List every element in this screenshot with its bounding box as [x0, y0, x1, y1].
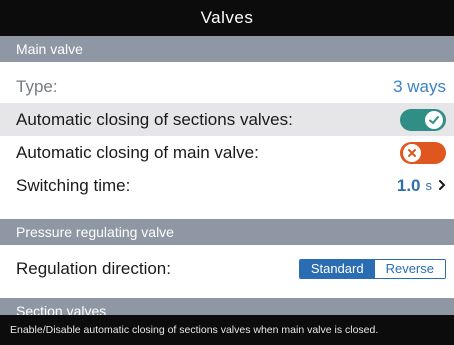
auto-close-main-toggle[interactable]	[400, 141, 446, 164]
regulation-direction-row: Regulation direction: Standard Reverse	[0, 252, 454, 285]
section-header-label: Main valve	[16, 41, 83, 57]
switching-time-unit: s	[425, 178, 433, 193]
section-header-pressure-valve: Pressure regulating valve	[0, 219, 454, 245]
hint-bar: Enable/Disable automatic closing of sect…	[0, 315, 454, 345]
check-icon	[425, 110, 443, 129]
section-header-main-valve: Main valve	[0, 36, 454, 62]
chevron-right-icon[interactable]	[438, 177, 446, 194]
auto-close-sections-row[interactable]: Automatic closing of sections valves:	[0, 103, 454, 136]
option-reverse[interactable]: Reverse	[374, 259, 445, 278]
regulation-direction-selector[interactable]: Standard Reverse	[298, 258, 446, 279]
option-standard[interactable]: Standard	[299, 259, 375, 278]
type-value[interactable]: 3 ways	[393, 77, 446, 97]
auto-close-main-label: Automatic closing of main valve:	[16, 142, 259, 162]
hint-text: Enable/Disable automatic closing of sect…	[10, 324, 379, 336]
close-icon	[403, 143, 421, 162]
valves-screen: Valves Main valve Type: 3 ways Automatic…	[0, 0, 454, 345]
switching-time-label: Switching time:	[16, 175, 131, 195]
section-header-label: Pressure regulating valve	[16, 224, 174, 240]
type-row[interactable]: Type: 3 ways	[0, 70, 454, 103]
auto-close-main-row[interactable]: Automatic closing of main valve:	[0, 136, 454, 169]
regulation-direction-label: Regulation direction:	[16, 258, 171, 278]
window-title: Valves	[200, 8, 254, 27]
switching-time-row[interactable]: Switching time: 1.0 s	[0, 169, 454, 202]
window-title-bar: Valves	[0, 0, 454, 36]
switching-time-value: 1.0	[396, 175, 421, 195]
auto-close-sections-toggle[interactable]	[400, 108, 446, 131]
auto-close-sections-label: Automatic closing of sections valves:	[16, 109, 293, 129]
type-label: Type:	[16, 76, 58, 96]
